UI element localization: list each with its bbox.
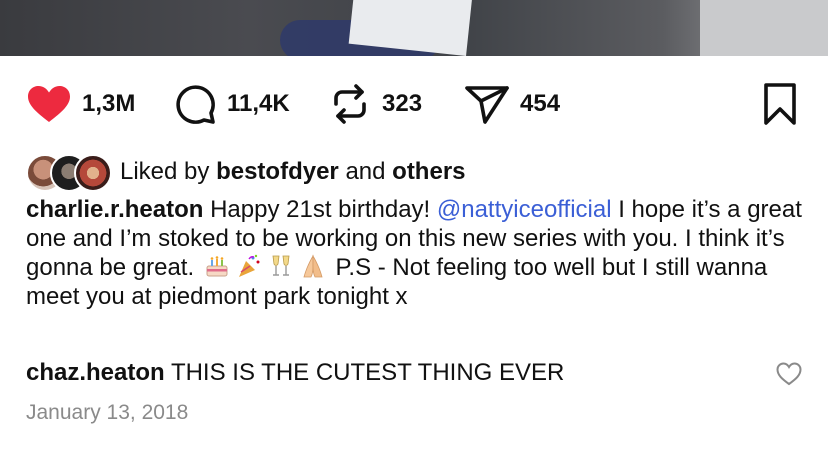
liked-by-row[interactable]: Liked by bestofdyer and others	[26, 152, 466, 192]
repost-button[interactable]: 323	[328, 80, 422, 128]
bookmark-icon	[764, 83, 796, 125]
liker-avatars	[26, 154, 112, 192]
save-button[interactable]	[762, 80, 798, 128]
repost-icon	[334, 84, 366, 124]
folded-hands-icon	[303, 254, 323, 278]
comment-icon	[176, 85, 215, 124]
party-popper-icon	[238, 254, 260, 277]
post-image[interactable]	[0, 0, 828, 56]
comment-row: chaz.heaton THIS IS THE CUTEST THING EVE…	[26, 359, 564, 387]
caption-username[interactable]: charlie.r.heaton	[26, 196, 203, 223]
like-button[interactable]: 1,3M	[26, 80, 135, 128]
comment-count: 11,4K	[227, 90, 290, 117]
like-count: 1,3M	[82, 90, 136, 117]
comment-button[interactable]: 11,4K	[173, 80, 290, 128]
caption-mention[interactable]: @nattyiceofficial	[437, 196, 612, 223]
comment-like-heart-icon[interactable]	[775, 360, 803, 388]
liked-by-others[interactable]: others	[392, 158, 465, 185]
post-date: January 13, 2018	[26, 401, 189, 424]
liked-by-user[interactable]: bestofdyer	[216, 158, 339, 185]
action-bar: 1,3M 11,4K 323 454	[0, 80, 828, 128]
comment-text: THIS IS THE CUTEST THING EVER	[170, 359, 565, 386]
post-caption: charlie.r.heaton Happy 21st birthday! @n…	[26, 196, 802, 310]
share-count: 454	[520, 90, 561, 117]
avatar	[74, 154, 112, 192]
champagne-glasses-icon	[272, 255, 290, 276]
heart-filled-icon	[28, 86, 70, 122]
comment-username[interactable]: chaz.heaton	[26, 359, 165, 386]
image-wall	[700, 0, 828, 56]
repost-count: 323	[382, 90, 423, 117]
liked-by-text: Liked by bestofdyer and others	[120, 158, 466, 185]
paper-plane-icon	[465, 86, 509, 124]
birthday-cake-icon	[206, 256, 228, 277]
share-button[interactable]: 454	[464, 80, 560, 128]
